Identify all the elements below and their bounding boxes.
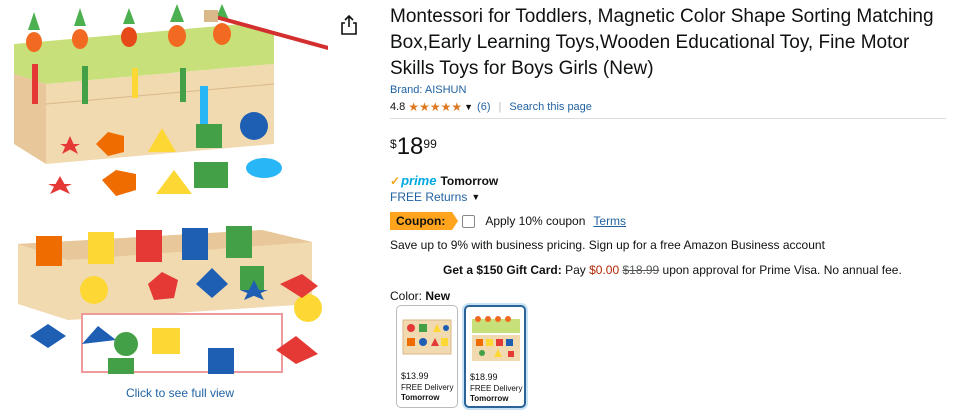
gift-card-pay: Pay [565,263,586,277]
gift-card-offer[interactable]: Get a $150 Gift Card: Pay $0.00 $18.99 u… [443,263,902,277]
chevron-down-icon: ▼ [471,192,481,202]
swatch-image [402,319,452,355]
coupon-row: Coupon: Apply 10% coupon Terms [390,212,626,230]
swatch-delivery-day: Tomorrow [401,393,440,402]
swatch-image [472,316,520,361]
star-icon: ★ [440,100,452,114]
color-swatch-option[interactable]: $13.99 FREE Delivery Tomorrow [396,305,458,408]
product-info: Montessori for Toddlers, Magnetic Color … [390,0,950,416]
share-icon[interactable] [340,15,358,35]
coupon-checkbox[interactable] [462,214,476,228]
free-returns-label: FREE Returns [390,190,468,204]
chevron-down-icon[interactable]: ▼ [464,102,473,112]
color-label: Color: [390,289,423,303]
color-selector-label: Color: New [390,289,450,303]
prime-logo: prime [401,173,437,188]
rating-count-link[interactable]: (6) [477,101,490,113]
star-rating[interactable]: ★ ★ ★ ★ ★ [408,101,462,113]
divider [390,118,946,119]
brand-link[interactable]: Brand: AISHUN [390,84,466,96]
gift-card-price: $0.00 [589,263,620,277]
gift-card-strike-price: $18.99 [622,263,660,277]
coupon-terms-link[interactable]: Terms [593,214,626,228]
free-returns-link[interactable]: FREE Returns ▼ [390,190,480,204]
star-icon: ★ [408,100,420,114]
swatch-delivery: FREE Delivery [470,384,523,393]
star-icon: ★ [451,100,463,114]
swatch-price: $18.99 [470,372,498,382]
product-title: Montessori for Toddlers, Magnetic Color … [390,6,934,79]
swatch-delivery-day: Tomorrow [470,394,509,403]
product-image[interactable] [12,4,328,378]
prime-check-icon: ✓ [390,173,401,188]
rating-row: 4.8 ★ ★ ★ ★ ★ ▼ (6) | Search this page [390,101,592,113]
gift-card-title: Get a $150 Gift Card: [443,263,562,277]
color-swatch-option-selected[interactable]: $18.99 FREE Delivery Tomorrow [464,305,526,408]
coupon-apply-text[interactable]: Apply 10% coupon [485,214,585,228]
business-pricing-text[interactable]: Save up to 9% with business pricing. Sig… [390,238,825,252]
coupon-badge: Coupon: [390,212,459,230]
swatch-price: $13.99 [401,371,429,381]
prime-delivery: ✓ prime Tomorrow [390,173,498,188]
rating-value: 4.8 [390,101,406,113]
image-gallery: Click to see full view [0,0,370,416]
search-page-link[interactable]: Search this page [509,101,592,113]
price-whole: 18 [396,133,424,160]
delivery-day: Tomorrow [440,173,499,188]
star-icon: ★ [429,100,441,114]
swatch-delivery: FREE Delivery [401,383,454,392]
star-icon: ★ [419,100,430,114]
price: $ 18 99 [390,134,437,160]
gift-card-rest: upon approval for Prime Visa. No annual … [662,263,902,277]
price-symbol: $ [390,137,397,151]
separator: | [498,101,502,113]
price-fraction: 99 [423,137,437,151]
click-full-view-link[interactable]: Click to see full view [0,386,360,400]
color-value: New [425,289,451,303]
